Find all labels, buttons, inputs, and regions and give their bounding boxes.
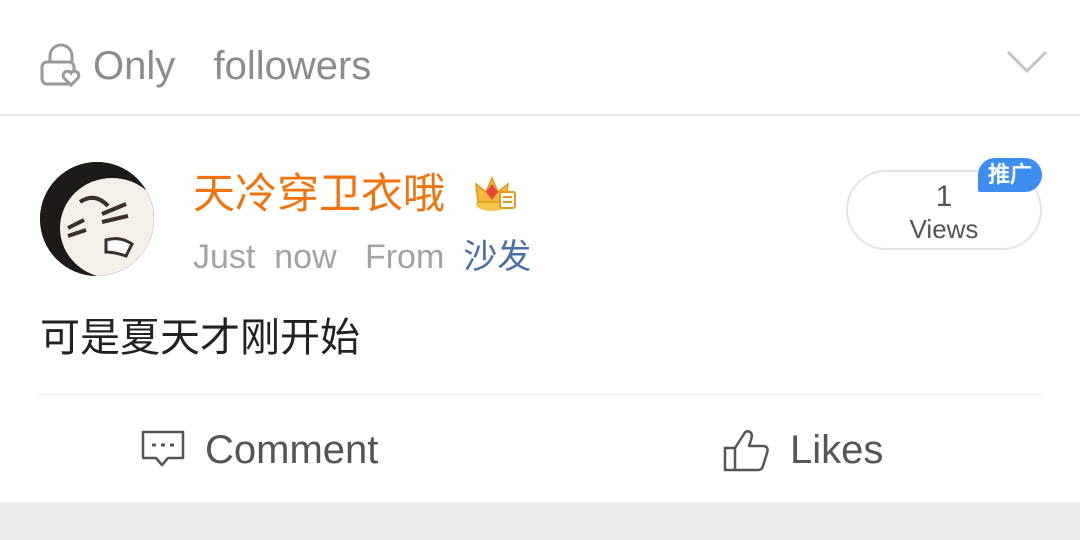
comment-icon — [141, 430, 185, 467]
comment-button[interactable]: Comment — [140, 420, 420, 480]
likes-button[interactable]: Likes — [722, 420, 922, 480]
from-label: From — [364, 238, 445, 276]
promo-badge: 推广 — [978, 158, 1042, 192]
post-text: 可是夏天才刚开始 — [40, 316, 360, 360]
avatar[interactable] — [40, 162, 154, 276]
views-label: Views — [909, 214, 979, 244]
divider — [38, 394, 1042, 395]
chevron-down-icon[interactable] — [1004, 44, 1050, 78]
visibility-selector[interactable]: Only followers — [0, 0, 1080, 116]
author-name[interactable]: 天冷穿卫衣哦 — [193, 168, 445, 220]
likes-label: Likes — [790, 428, 884, 472]
crown-icon — [475, 176, 516, 211]
post-time: Just now — [193, 238, 337, 276]
visibility-label: Only followers — [93, 44, 372, 88]
lock-heart-icon — [40, 43, 81, 88]
feed-separator — [0, 502, 1080, 540]
post-meta: Just now From 沙发 — [193, 234, 531, 280]
cartoon-face-avatar — [40, 162, 154, 276]
post-source-link[interactable]: 沙发 — [463, 238, 531, 276]
thumbs-up-icon — [723, 430, 769, 472]
comment-label: Comment — [205, 428, 379, 472]
